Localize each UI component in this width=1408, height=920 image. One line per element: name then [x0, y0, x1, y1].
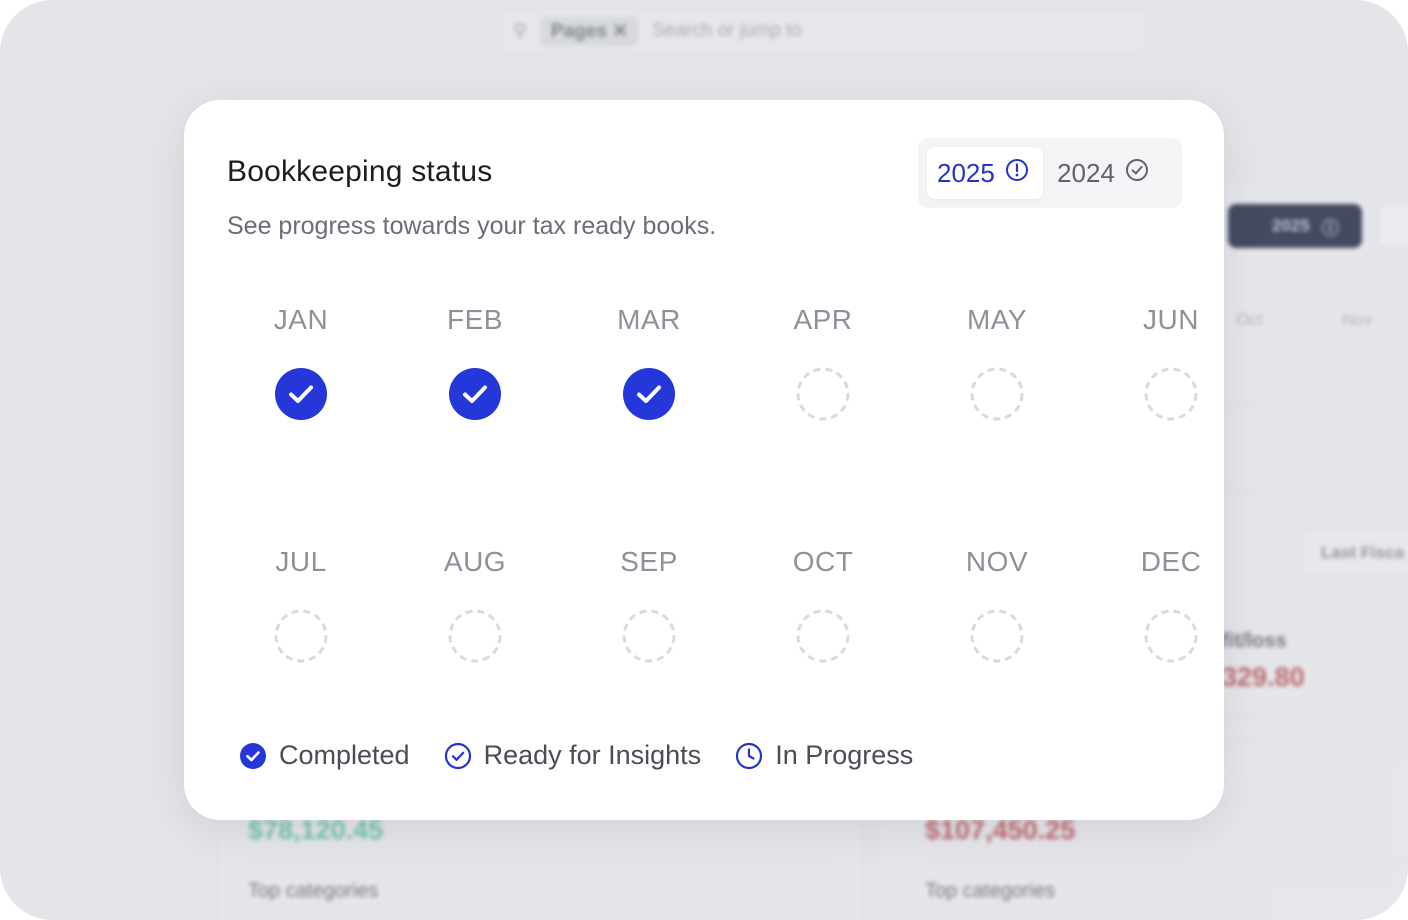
year-2025-button[interactable]: 2025 [927, 147, 1044, 199]
month-feb[interactable]: FEB [388, 300, 562, 542]
month-label: JUL [275, 546, 327, 577]
pending-dashed-circle-icon [969, 366, 1025, 422]
month-jun[interactable]: JUN [1084, 300, 1258, 542]
filled-check-circle-icon [239, 742, 267, 770]
year-2024-button[interactable]: 2024 [1049, 147, 1173, 199]
bg-period-select: Last Fisca [1300, 528, 1408, 578]
pending-dashed-circle-icon [795, 608, 851, 664]
completed-check-icon [621, 366, 677, 422]
bookkeeping-status-modal: Bookkeeping status See progress towards … [184, 100, 1224, 820]
legend-in-progress-label: In Progress [775, 740, 914, 770]
legend-completed: Completed [239, 740, 410, 771]
bg-divider [925, 862, 1405, 863]
year-2025-label: 2025 [937, 157, 995, 188]
bg-search-chip: Pages ✕ [540, 16, 639, 46]
legend-ready-label: Ready for Insights [483, 740, 702, 770]
month-nov[interactable]: NOV [910, 542, 1084, 742]
completed-check-icon [273, 366, 329, 422]
bg-top-categories-right: Top categories [925, 880, 1056, 902]
bg-top-categories-left: Top categories [248, 880, 379, 902]
month-label: FEB [447, 304, 503, 335]
month-label: JUN [1143, 304, 1199, 335]
modal-title: Bookkeeping status [227, 155, 493, 188]
pending-dashed-circle-icon [1143, 608, 1199, 664]
month-label: OCT [792, 546, 854, 577]
month-jul[interactable]: JUL [214, 542, 388, 742]
month-jan[interactable]: JAN [214, 300, 388, 542]
year-toggle: 2025 2024 [918, 138, 1182, 208]
months-grid: JAN FEB MAR APR MAY JUN JUL AUG SEP OCT NOV DEC [214, 300, 1201, 742]
month-label: MAY [966, 304, 1028, 335]
legend-ready-for-insights: Ready for Insights [444, 740, 702, 771]
alert-circle-icon [1005, 158, 1029, 189]
month-oct[interactable]: OCT [736, 542, 910, 742]
bg-year-selected: 2025 ⓘ [1228, 204, 1362, 248]
bg-search-placeholder: Search or jump to [652, 20, 803, 41]
modal-subtitle: See progress towards your tax ready book… [227, 212, 717, 240]
pending-dashed-circle-icon [795, 366, 851, 422]
month-label: JAN [273, 304, 329, 335]
month-apr[interactable]: APR [736, 300, 910, 542]
bg-year-other [1378, 204, 1408, 248]
month-label: MAR [617, 304, 681, 335]
legend-completed-label: Completed [279, 740, 410, 770]
bg-month-nov: Nov [1342, 310, 1373, 329]
month-label: NOV [965, 546, 1029, 577]
status-legend: Completed Ready for Insights In Progress [239, 740, 947, 771]
legend-in-progress: In Progress [735, 740, 913, 771]
bg-search-icon: ⚲ [513, 20, 527, 42]
app-frame: ⚲ Pages ✕ Search or jump to 2025 ⓘ Oct No… [0, 0, 1408, 920]
month-label: APR [793, 304, 853, 335]
check-circle-icon [1125, 158, 1149, 189]
completed-check-icon [447, 366, 503, 422]
bg-divider [248, 862, 832, 863]
month-sep[interactable]: SEP [562, 542, 736, 742]
pending-dashed-circle-icon [273, 608, 329, 664]
pending-dashed-circle-icon [1143, 366, 1199, 422]
year-2024-label: 2024 [1057, 157, 1115, 188]
pending-dashed-circle-icon [621, 608, 677, 664]
month-dec[interactable]: DEC [1084, 542, 1258, 742]
pending-dashed-circle-icon [447, 608, 503, 664]
bg-search-bar: ⚲ Pages ✕ Search or jump to [500, 8, 1146, 54]
pending-dashed-circle-icon [969, 608, 1025, 664]
outline-check-circle-icon [444, 742, 472, 770]
month-label: DEC [1140, 546, 1202, 577]
clock-icon [735, 742, 763, 770]
month-label: SEP [620, 546, 678, 577]
month-aug[interactable]: AUG [388, 542, 562, 742]
month-mar[interactable]: MAR [562, 300, 736, 542]
month-may[interactable]: MAY [910, 300, 1084, 542]
month-label: AUG [443, 546, 507, 577]
